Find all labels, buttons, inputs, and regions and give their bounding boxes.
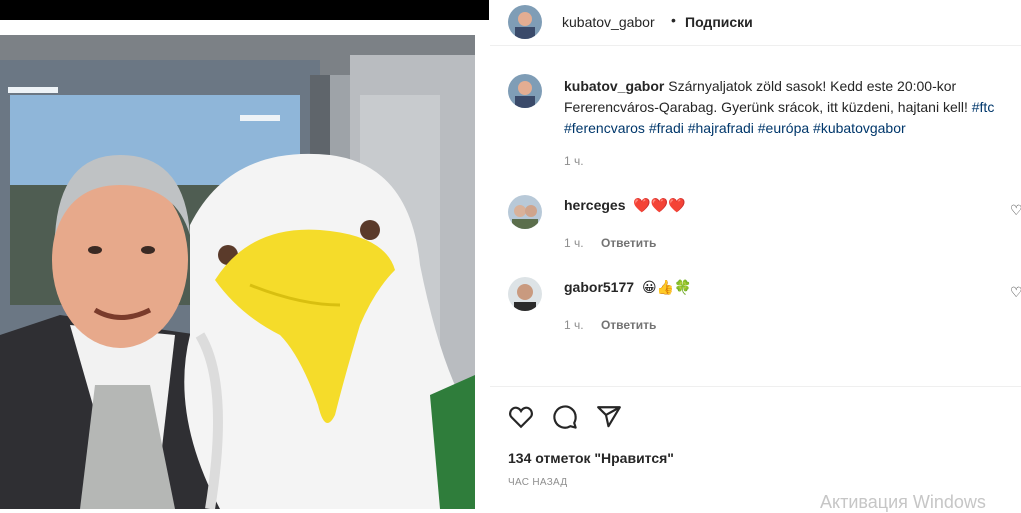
share-icon[interactable] bbox=[596, 404, 622, 430]
top-bar bbox=[0, 0, 489, 20]
comment-username[interactable]: herceges bbox=[564, 197, 625, 213]
comment-meta: 1 ч. Ответить bbox=[564, 318, 656, 332]
post-photo bbox=[0, 35, 475, 509]
comment-item: herceges ❤️❤️❤️ bbox=[564, 197, 686, 214]
post-timestamp: ЧАС НАЗАД bbox=[508, 477, 568, 488]
post-side-panel: kubatov_gabor • Подписки kubatov_gabor S… bbox=[490, 0, 1021, 512]
post-caption: kubatov_gabor Szárnyaljatok zöld sasok! … bbox=[564, 76, 1014, 139]
windows-activation-watermark: Активация Windows bbox=[820, 492, 986, 512]
comment-like-icon[interactable]: ♡ bbox=[1010, 202, 1021, 219]
heart-icon[interactable] bbox=[508, 404, 534, 430]
comment-username[interactable]: gabor5177 bbox=[564, 279, 634, 295]
header-separator: • bbox=[671, 12, 676, 28]
commenter-avatar[interactable] bbox=[508, 277, 542, 311]
comment-icon[interactable] bbox=[552, 404, 578, 430]
comment-like-icon[interactable]: ♡ bbox=[1010, 284, 1021, 301]
reply-button[interactable]: Ответить bbox=[601, 236, 656, 250]
caption-avatar[interactable] bbox=[508, 74, 542, 108]
actions-divider bbox=[490, 386, 1021, 387]
author-username[interactable]: kubatov_gabor bbox=[562, 14, 655, 30]
comment-text: ❤️❤️❤️ bbox=[633, 197, 686, 213]
commenter-avatar[interactable] bbox=[508, 195, 542, 229]
comment-meta: 1 ч. Ответить bbox=[564, 236, 656, 250]
comment-time: 1 ч. bbox=[564, 318, 584, 332]
author-avatar[interactable] bbox=[508, 5, 542, 39]
post-media[interactable] bbox=[0, 20, 489, 509]
comment-item: gabor5177 😀👍🍀 bbox=[564, 279, 691, 296]
photo-illustration bbox=[0, 35, 475, 509]
caption-username[interactable]: kubatov_gabor bbox=[564, 78, 664, 94]
comment-text: 😀👍🍀 bbox=[641, 279, 692, 295]
post-header: kubatov_gabor • Подписки bbox=[490, 0, 1021, 46]
caption-time: 1 ч. bbox=[564, 154, 584, 168]
reply-button[interactable]: Ответить bbox=[601, 318, 656, 332]
comment-time: 1 ч. bbox=[564, 236, 584, 250]
following-button[interactable]: Подписки bbox=[685, 14, 753, 30]
likes-count[interactable]: 134 отметок "Нравится" bbox=[508, 450, 674, 466]
